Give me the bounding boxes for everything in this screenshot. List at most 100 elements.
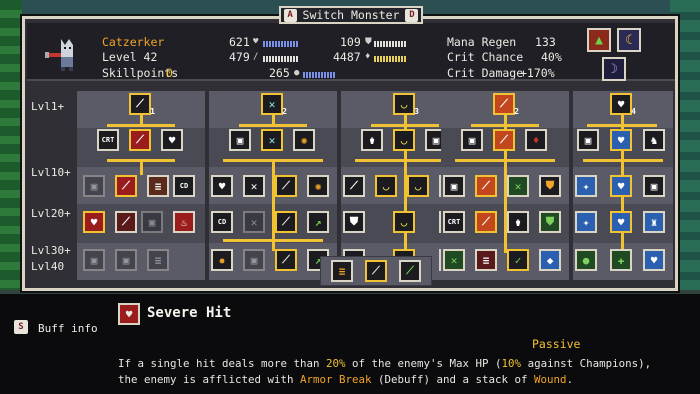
skillpoints-value: 0	[166, 66, 173, 80]
speed-value: 265	[269, 66, 290, 80]
skill-crit-b-icon[interactable]: CRT	[443, 211, 465, 233]
skill-gear-h-icon[interactable]: ▣	[577, 129, 599, 151]
skill-dark-slash-icon[interactable]: ⟋	[115, 211, 137, 233]
skill-tree-red: ⟋ 1 CRT ⟋ ♥ ▣ ⟋ ≡ CD ♥ ⟋ ▣ ♨ ▣ ▣ ≡	[77, 91, 205, 280]
buff-info-label: Buff info	[38, 322, 98, 335]
skill-cat-icon[interactable]: ♞	[643, 129, 665, 151]
skill-drop-icon[interactable]: ♦	[525, 129, 547, 151]
skill-gear-i-icon[interactable]: ▣	[643, 175, 665, 197]
skill-locked-b-icon[interactable]: ▣	[141, 211, 163, 233]
skill-locked-a-icon[interactable]: ▣	[83, 175, 105, 197]
skill-blue-sparkle-b-icon[interactable]: ✦	[575, 211, 597, 233]
skill-orange-root-icon[interactable]: ⟋ 2	[493, 93, 519, 116]
skill-crescent-root-icon[interactable]: ◡ 3	[393, 93, 419, 116]
skill-slash-dim-icon[interactable]: ⟋	[343, 175, 365, 197]
buff-attack-up-icon[interactable]: ▲	[587, 28, 611, 52]
skill-red-claw-icon[interactable]: ⟋	[115, 175, 137, 197]
crit-chance-label: Crit Chance	[447, 50, 524, 64]
skill-locked-c-icon[interactable]: ▣	[83, 249, 105, 271]
skill-orange-slash-icon[interactable]: ⟋	[493, 129, 515, 151]
skill-locked-f-icon[interactable]: ✕	[243, 211, 265, 233]
buff-info-key[interactable]: S	[14, 320, 28, 334]
health-value: 621	[229, 35, 250, 49]
skill-blue-root-icon[interactable]: ♥ 4	[610, 93, 636, 116]
level-label-40: Lvl40	[31, 260, 65, 273]
skill-gear-g-icon[interactable]: ▣	[443, 175, 465, 197]
skill-orange-shield-icon[interactable]: ⛊	[539, 175, 561, 197]
monster-level: Level 42	[102, 50, 158, 64]
skill-green-plus-icon[interactable]: ✚	[610, 249, 632, 271]
ultimate-green-icon[interactable]: ⟋	[399, 260, 421, 282]
skill-type: Passive	[532, 337, 581, 351]
skill-orange-b-icon[interactable]: ⟋	[475, 175, 497, 197]
skill-blade-cross-icon[interactable]: ✕	[261, 129, 283, 151]
skill-crescent-a-icon[interactable]: ◡	[393, 129, 415, 151]
health-bar	[263, 41, 299, 47]
skill-blue-heart-icon[interactable]: ♥	[610, 129, 632, 151]
skill-locked-d-icon[interactable]: ▣	[115, 249, 137, 271]
skill-gear-a-icon[interactable]: ▣	[229, 129, 251, 151]
attack-value: 479	[229, 50, 250, 64]
skill-slash-white-b-icon[interactable]: ⟋	[275, 211, 297, 233]
skill-blue-heart-b-icon[interactable]: ♥	[610, 175, 632, 197]
skill-slash-white-icon[interactable]: ⟋	[275, 175, 297, 197]
skill-blue-gem-icon[interactable]: ◆	[539, 249, 561, 271]
skill-sun-icon[interactable]: ✺	[293, 129, 315, 151]
skill-tree-blue: ♥ 4 ▣ ♥ ♞ ✦ ♥ ▣ ✦ ♥ ♜ ● ✚ ♥	[573, 91, 673, 280]
severe-hit-icon: ♥	[118, 303, 140, 325]
monster-portrait	[43, 31, 85, 73]
skill-shield-icon[interactable]: ⛊	[343, 211, 365, 233]
skill-crit-icon[interactable]: CRT	[97, 129, 119, 151]
skill-green-x-icon[interactable]: ✕	[507, 175, 529, 197]
skill-ember-icon[interactable]: ≡	[147, 175, 169, 197]
skill-heart-b-icon[interactable]: ♥	[211, 175, 233, 197]
background-trees	[0, 0, 22, 290]
ultimate-claw-icon[interactable]: ≡	[331, 260, 353, 282]
skill-slash-white-c-icon[interactable]: ⟋	[275, 249, 297, 271]
skill-green-orb-icon[interactable]: ●	[575, 249, 597, 271]
level-label-20: Lvl20+	[31, 207, 71, 220]
skill-gear-f-icon[interactable]: ▣	[461, 129, 483, 151]
attack-bar	[263, 56, 299, 62]
skill-blue-heart-c-icon[interactable]: ♥	[610, 211, 632, 233]
skill-blue-tower-icon[interactable]: ♜	[643, 211, 665, 233]
skill-cd-b-icon[interactable]: CD	[211, 211, 233, 233]
skill-arrow-up-icon[interactable]: ↗	[307, 211, 329, 233]
skill-crescent-d-icon[interactable]: ◡	[393, 211, 415, 233]
next-monster-key[interactable]: D	[405, 8, 419, 22]
ultimate-slash-icon[interactable]: ⟋	[365, 260, 387, 282]
skill-sun-b-icon[interactable]: ✺	[307, 175, 329, 197]
severe-hit-skill-icon[interactable]: ♥	[83, 211, 105, 233]
skill-cross-dim-icon[interactable]: ✕	[243, 175, 265, 197]
skill-crescent-c-icon[interactable]: ◡	[407, 175, 429, 197]
skill-orange-c-icon[interactable]: ⟋	[475, 211, 497, 233]
skill-red-root-icon[interactable]: ⟋ 1	[129, 93, 155, 116]
skill-blue-sparkle-icon[interactable]: ✦	[575, 175, 597, 197]
skill-locked-e-icon[interactable]: ≡	[147, 249, 169, 271]
skill-fire-icon[interactable]: ♨	[173, 211, 195, 233]
buff-crescent-icon[interactable]: ☽	[602, 57, 626, 81]
skill-locked-g-icon[interactable]: ▣	[243, 249, 265, 271]
skill-crescent-b-icon[interactable]: ◡	[375, 175, 397, 197]
skill-dark-red-icon[interactable]: ≡	[475, 249, 497, 271]
skill-green-check-icon[interactable]: ✓	[507, 249, 529, 271]
skill-green-shield-icon[interactable]: ⛊	[539, 211, 561, 233]
skill-potion-icon[interactable]: ⚱	[361, 129, 383, 151]
skill-burst-icon[interactable]: ✸	[211, 249, 233, 271]
skill-green-cross-icon[interactable]: ✕	[443, 249, 465, 271]
skill-potion-b-icon[interactable]: ⚱	[507, 211, 529, 233]
prev-monster-key[interactable]: A	[283, 8, 297, 22]
mana-regen-label: Mana Regen	[447, 35, 517, 49]
skill-red-slash-icon[interactable]: ⟋	[129, 129, 151, 151]
shield-icon: ⛊	[365, 37, 372, 47]
window-title: Switch Monster	[302, 8, 400, 22]
skill-heart-icon[interactable]: ♥	[161, 129, 183, 151]
buff-moon-icon[interactable]: ☾	[617, 28, 641, 52]
cat-sprite-icon	[43, 31, 85, 73]
skill-blade-root-icon[interactable]: ✕ 2	[261, 93, 287, 116]
window-title-bar: A Switch Monster D	[279, 6, 423, 24]
skill-cd-icon[interactable]: CD	[173, 175, 195, 197]
skill-blue-heart-d-icon[interactable]: ♥	[643, 249, 665, 271]
level-label-1: Lvl1+	[31, 100, 65, 113]
monster-name: Catzerker	[102, 35, 165, 49]
